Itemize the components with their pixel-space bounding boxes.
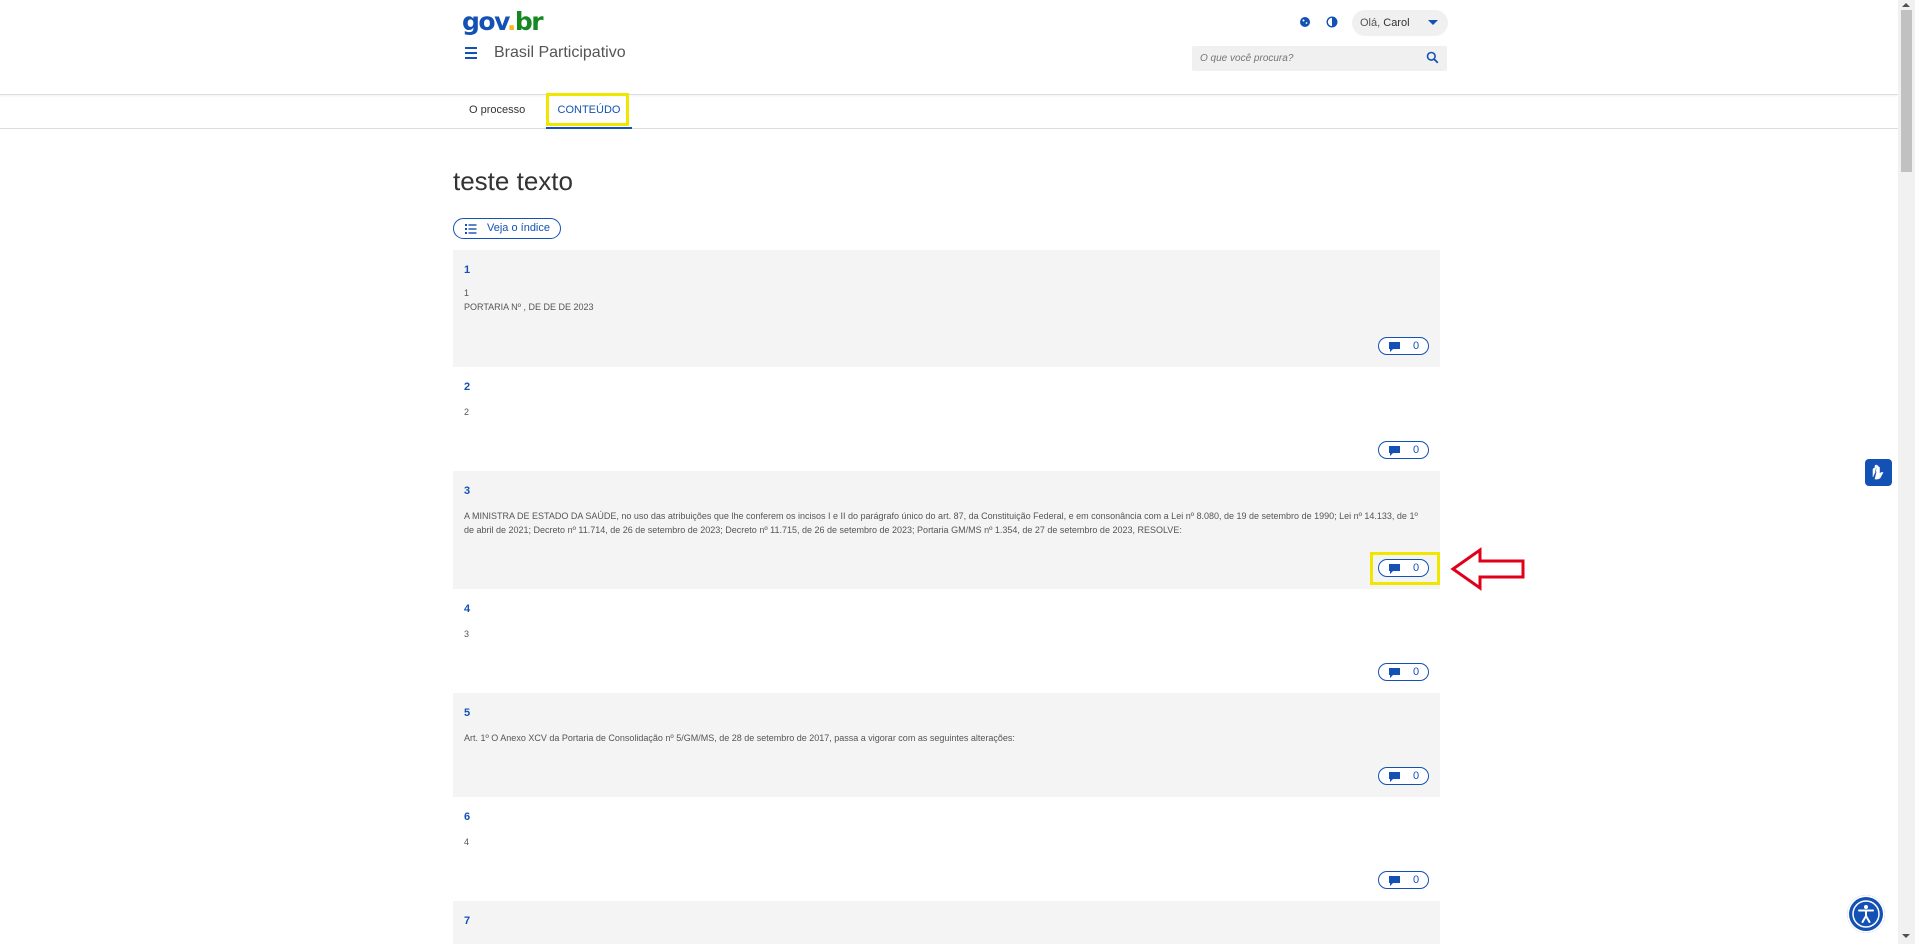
index-button-label: Veja o índice bbox=[487, 222, 550, 234]
item-number: 7 bbox=[464, 915, 471, 927]
annotation-arrow-icon bbox=[1450, 547, 1525, 591]
item-text: 2 bbox=[464, 407, 470, 417]
govbr-logo[interactable]: gov.br bbox=[462, 8, 544, 36]
list-item: 1 1 PORTARIA Nº , DE DE DE 2023 0 bbox=[453, 250, 1440, 367]
comment-icon bbox=[1389, 446, 1400, 456]
user-menu-button[interactable]: Olá, Carol bbox=[1352, 10, 1448, 36]
list-icon bbox=[465, 224, 477, 234]
item-number: 2 bbox=[464, 381, 471, 393]
chevron-down-icon bbox=[1428, 20, 1438, 25]
list-item: 6 4 0 bbox=[453, 797, 1440, 901]
comment-count: 0 bbox=[1413, 666, 1420, 678]
comment-icon bbox=[1389, 668, 1400, 678]
comment-icon bbox=[1389, 772, 1400, 782]
item-text: A MINISTRA DE ESTADO DA SAÚDE, no uso da… bbox=[464, 511, 1418, 535]
scroll-down-arrow[interactable] bbox=[1902, 934, 1910, 938]
item-number: 1 bbox=[464, 264, 471, 276]
cookie-icon[interactable] bbox=[1299, 16, 1311, 28]
search-icon[interactable] bbox=[1426, 51, 1439, 64]
vertical-scrollbar[interactable] bbox=[1898, 0, 1915, 944]
comment-icon bbox=[1389, 564, 1400, 574]
hand-sign-icon[interactable] bbox=[1865, 459, 1892, 486]
list-item: 4 3 0 bbox=[453, 589, 1440, 693]
item-number: 4 bbox=[464, 603, 471, 615]
greeting-label: Olá, bbox=[1360, 17, 1381, 29]
item-number: 5 bbox=[464, 707, 471, 719]
comment-count: 0 bbox=[1413, 770, 1420, 782]
list-item: 5 Art. 1º O Anexo XCV da Portaria de Con… bbox=[453, 693, 1440, 797]
comment-button[interactable]: 0 bbox=[1378, 871, 1429, 889]
comment-icon bbox=[1389, 876, 1400, 886]
list-item: 2 2 0 bbox=[453, 367, 1440, 471]
comment-button[interactable]: 0 bbox=[1378, 767, 1429, 785]
item-text: 1 PORTARIA Nº , DE DE DE 2023 bbox=[464, 288, 594, 312]
list-item: 3 A MINISTRA DE ESTADO DA SAÚDE, no uso … bbox=[453, 471, 1440, 589]
accessibility-icon[interactable] bbox=[1847, 895, 1885, 933]
comment-button[interactable]: 0 bbox=[1378, 337, 1429, 355]
page-title: teste texto bbox=[453, 166, 573, 196]
site-header: gov.br Brasil Participativo Olá, Carol bbox=[0, 0, 1898, 95]
comment-count: 0 bbox=[1413, 874, 1420, 886]
tab-process[interactable]: O processo bbox=[469, 94, 525, 127]
process-tabs: O processo CONTEÚDO bbox=[0, 94, 1898, 129]
item-text: 3 bbox=[464, 629, 470, 639]
contrast-icon[interactable] bbox=[1326, 16, 1338, 28]
tab-content[interactable]: CONTEÚDO bbox=[546, 94, 632, 129]
item-number: 3 bbox=[464, 485, 471, 497]
user-name: Carol bbox=[1383, 17, 1410, 29]
comment-count: 0 bbox=[1413, 340, 1420, 352]
comment-button[interactable]: 0 bbox=[1378, 441, 1429, 459]
search-input[interactable] bbox=[1192, 46, 1447, 71]
comment-count: 0 bbox=[1413, 444, 1420, 456]
comment-icon bbox=[1389, 342, 1400, 352]
site-title[interactable]: Brasil Participativo bbox=[494, 44, 626, 62]
item-text: 4 bbox=[464, 837, 470, 847]
item-text: Art. 1º O Anexo XCV da Portaria de Conso… bbox=[464, 733, 1015, 743]
scroll-up-arrow[interactable] bbox=[1902, 3, 1910, 7]
index-button[interactable]: Veja o índice bbox=[453, 218, 561, 239]
comment-count: 0 bbox=[1413, 562, 1420, 574]
comment-button[interactable]: 0 bbox=[1378, 559, 1429, 577]
item-number: 6 bbox=[464, 811, 471, 823]
list-item: 7 bbox=[453, 901, 1440, 944]
scroll-thumb[interactable] bbox=[1901, 10, 1912, 172]
menu-icon[interactable] bbox=[465, 47, 477, 59]
comment-button[interactable]: 0 bbox=[1378, 663, 1429, 681]
